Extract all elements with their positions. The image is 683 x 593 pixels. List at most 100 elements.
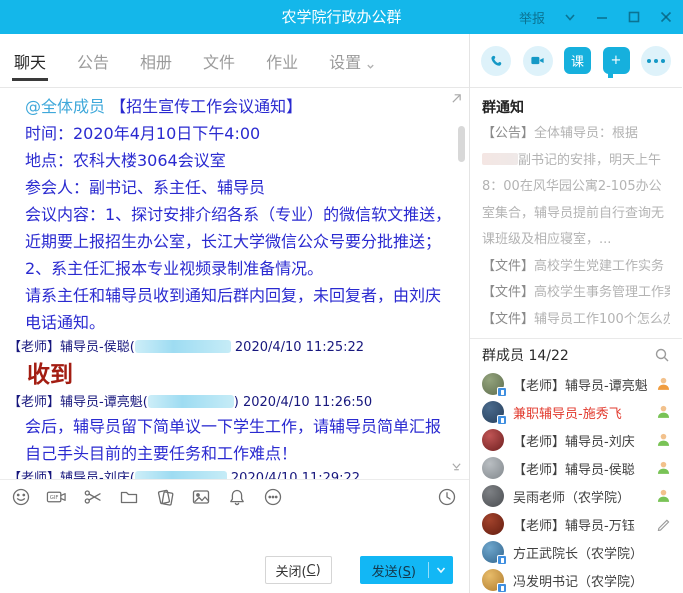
send-options-chevron-icon[interactable] [429,564,453,576]
tab-settings-label: 设置 [329,49,361,73]
tab-homework[interactable]: 作业 [264,35,300,87]
member-status-person-icon [656,432,672,448]
group-notice-header: 群通知 [482,97,670,117]
mention-all-link[interactable]: @全体成员 [25,97,105,116]
member-row[interactable]: 【老师】辅导员-侯聪 [470,454,682,482]
tab-announcements[interactable]: 公告 [75,35,111,87]
send-image-icon[interactable] [190,486,211,507]
notice-line: 请系主任和辅导员收到通知后群内回复，未回复者，由刘庆 [8,282,455,309]
file-name: 高校学生党建工作实务（... [534,259,670,274]
more-tools-icon[interactable] [262,486,283,507]
mobile-online-badge-icon [497,415,507,425]
close-button-label: 关闭( [275,561,306,580]
file-name: 辅导员工作100个怎么办... [534,312,670,327]
file-item[interactable]: 【文件】高校学生事务管理工作案... [482,280,670,307]
group-feature-bar: 课 + [470,34,682,88]
member-row[interactable]: 吴雨老师（农学院） [470,482,682,510]
message-history-clock-icon[interactable] [436,486,457,507]
sender-name: 【老师】辅导员-刘庆( [8,471,135,479]
avatar [482,513,504,535]
send-button-key: S [403,565,411,580]
member-status-person-icon [656,376,672,392]
send-button-label: ) [411,565,416,580]
member-row[interactable]: 【老师】辅导员-谭亮魁 [470,370,682,398]
censored-qq-number [135,340,231,353]
avatar [482,457,504,479]
announcement-text: 副书记的安排，明天上午8：00在风华园公寓2-105办公室集合，辅导员提前自行查… [482,153,664,248]
message-sender-line: 【老师】辅导员-谭亮魁() 2020/4/10 11:26:50 [8,392,455,413]
svg-text:GIF: GIF [50,495,59,501]
member-row[interactable]: 方正武院长（农学院） [470,538,682,566]
avatar [482,569,504,591]
emoji-icon[interactable] [10,486,31,507]
close-icon[interactable] [659,10,673,24]
send-file-folder-icon[interactable] [118,486,139,507]
avatar [482,485,504,507]
notice-line: 近期要上报招生办公室，长江大学微信公众号要分批推送； [8,228,455,255]
voice-call-icon[interactable] [481,46,511,76]
file-tag: 【文件】 [482,259,534,274]
reminder-bell-icon[interactable] [226,486,247,507]
more-features-icon[interactable] [641,46,671,76]
file-item[interactable]: 【文件】辅导员工作100个怎么办... [482,307,670,334]
message-timestamp: 2020/4/10 11:26:50 [243,395,372,410]
search-icon[interactable] [654,347,670,363]
tab-settings[interactable]: 设置 [327,35,377,87]
screenshot-scissors-icon[interactable] [82,486,103,507]
notice-line: 时间：2020年4月10日下午4:00 [8,120,455,147]
message-sender-line: 【老师】辅导员-刘庆( 2020/4/10 11:29:22 [8,468,455,479]
tab-chat[interactable]: 聊天 [12,35,48,87]
group-chat-window: 农学院行政办公群 举报 聊天 公告 相册 文件 [0,0,683,593]
mobile-online-badge-icon [497,387,507,397]
chat-scrollbar[interactable] [458,126,465,162]
member-status-person-icon [656,460,672,476]
notice-line: 电话通知。 [8,309,455,336]
announcement-item[interactable]: 【公告】全体辅导员：根据副书记的安排，明天上午8：00在风华园公寓2-105办公… [482,121,670,254]
member-name: 冯发明书记（农学院） [513,571,647,590]
class-course-icon[interactable]: 课 [564,47,591,74]
mobile-online-badge-icon [497,583,507,593]
avatar [482,401,504,423]
minimize-icon[interactable] [595,10,609,24]
member-row[interactable]: 冯发明书记（农学院） [470,566,682,593]
window-shake-icon[interactable] [154,486,175,507]
announcement-text: 全体辅导员：根据 [534,126,638,141]
report-link[interactable]: 举报 [519,8,545,27]
tab-albums[interactable]: 相册 [138,35,174,87]
censored-qq-number [148,395,234,408]
gif-hot-image-icon[interactable]: GIF [46,486,67,507]
add-feature-bubble-icon[interactable]: + [603,47,630,74]
maximize-icon[interactable] [627,10,641,24]
sender-name: 【老师】辅导员-谭亮魁( [8,395,148,410]
scroll-to-bottom-icon[interactable] [451,457,462,476]
send-button[interactable]: 发送(S) [360,556,453,584]
edit-pencil-icon[interactable] [656,516,672,532]
censored-qq-number [135,471,227,479]
video-call-icon[interactable] [523,46,553,76]
notice-line: @全体成员 【招生宣传工作会议通知】 [8,93,455,120]
member-row[interactable]: 【老师】辅导员-刘庆 [470,426,682,454]
chevron-down-icon[interactable] [563,10,577,24]
tab-files[interactable]: 文件 [201,35,237,87]
message-timestamp: 2020/4/10 11:29:22 [231,471,360,479]
message-text: 自己手头目前的主要任务和工作难点！ [8,440,455,467]
close-button-key: C [307,563,316,578]
composer-toolbar: GIF [0,479,469,513]
avatar [482,429,504,451]
mobile-online-badge-icon [497,555,507,565]
member-row[interactable]: 兼职辅导员-施秀飞 [470,398,682,426]
member-row[interactable]: 【老师】辅导员-万钰 [470,510,682,538]
message-input[interactable] [0,513,469,553]
close-button[interactable]: 关闭(C) [265,556,332,584]
notice-line: 会议内容：1、探讨安排介绍各系（专业）的微信软文推送， [8,201,455,228]
member-name: 方正武院长（农学院） [513,543,647,562]
popout-arrow-icon[interactable] [451,89,462,108]
member-name: 【老师】辅导员-刘庆 [513,431,647,450]
chat-history[interactable]: @全体成员 【招生宣传工作会议通知】 时间：2020年4月10日下午4:00 地… [0,88,469,479]
file-name: 高校学生事务管理工作案... [534,285,670,300]
file-item[interactable]: 【文件】高校学生党建工作实务（... [482,254,670,281]
message-text-received: 收到 [8,358,455,391]
member-name: 兼职辅导员-施秀飞 [513,403,647,422]
composer-buttons: 关闭(C) 发送(S) [0,553,469,593]
message-sender-line: 【老师】辅导员-侯聪( 2020/4/10 11:25:22 [8,337,455,358]
